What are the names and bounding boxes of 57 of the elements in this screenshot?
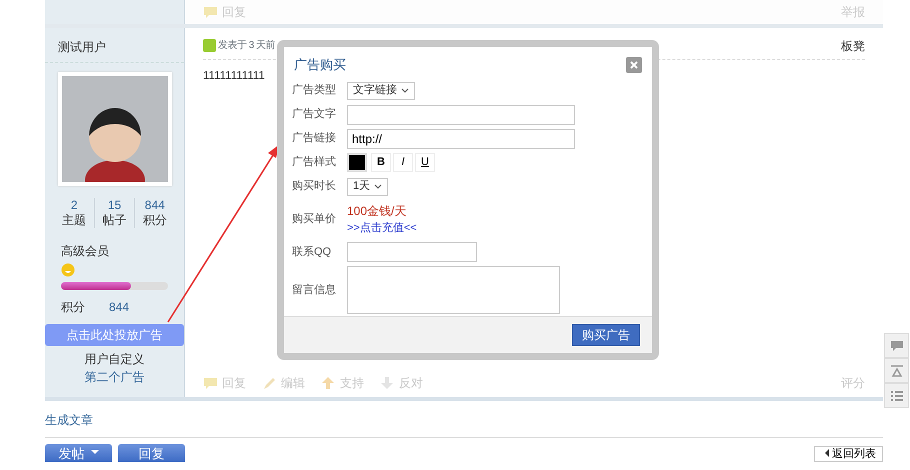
post-time: 发表于 3 天前	[218, 38, 276, 53]
comment-icon[interactable]	[884, 333, 909, 358]
input-field[interactable]: http://	[347, 128, 575, 148]
pencil-icon	[262, 376, 277, 390]
user-icon	[203, 39, 216, 52]
generate-article-link[interactable]: 生成文章	[45, 413, 93, 427]
message-field[interactable]	[347, 266, 560, 314]
stat-label: 主题	[61, 213, 88, 228]
place-ad-button[interactable]: 点击此处投放广告	[45, 324, 184, 346]
points-value: 844	[109, 299, 130, 316]
field-label: 购买单价	[292, 212, 337, 228]
close-button[interactable]	[626, 56, 642, 73]
field-label: 联系QQ	[292, 244, 332, 260]
input-field[interactable]	[347, 242, 477, 262]
field-label: 留言信息	[292, 282, 337, 298]
field-label: 购买时长	[292, 179, 337, 194]
stat-label: 积分	[142, 213, 168, 228]
chevron-down-icon	[374, 184, 382, 190]
field-label: 广告样式	[292, 154, 337, 170]
color-picker[interactable]	[347, 153, 367, 172]
floor-label: 板凳	[841, 38, 865, 54]
list-icon[interactable]	[884, 383, 909, 408]
select-field[interactable]: 1天	[347, 178, 388, 196]
custom-label: 用户自定义	[84, 351, 144, 368]
field-label: 广告类型	[292, 82, 337, 98]
smiley-icon	[61, 262, 75, 277]
dialog-title: 广告购买	[294, 56, 346, 74]
back-to-list-button[interactable]: 返回列表	[814, 446, 883, 462]
input-field[interactable]	[347, 104, 575, 124]
recharge-link[interactable]: >>点击充值<<	[347, 220, 417, 237]
reply-button[interactable]: 回复	[118, 444, 185, 462]
username[interactable]: 测试用户	[45, 28, 184, 63]
chevron-down-icon	[401, 88, 409, 94]
user-group: 高级会员	[61, 242, 168, 260]
comment-icon	[203, 376, 218, 390]
post-content: 11111111111	[203, 70, 265, 82]
field-label: 广告文字	[292, 106, 337, 122]
back-to-top-icon[interactable]	[884, 358, 909, 383]
points-label: 积分	[61, 299, 85, 316]
avatar[interactable]	[58, 72, 172, 186]
new-post-button[interactable]: 发帖	[45, 444, 112, 462]
up-arrow-icon	[321, 376, 336, 390]
stat-value[interactable]: 844	[135, 198, 174, 213]
comment-icon	[203, 5, 218, 19]
close-icon	[630, 60, 638, 69]
bold-button[interactable]: B	[371, 153, 391, 172]
stat-label: 帖子	[101, 213, 128, 228]
italic-button[interactable]: I	[393, 153, 413, 172]
buy-ad-button[interactable]: 购买广告	[572, 324, 640, 346]
price-text: 100金钱/天	[347, 203, 408, 220]
underline-button[interactable]: U	[415, 153, 435, 172]
ad-link[interactable]: 第二个广告	[84, 368, 144, 386]
field-label: 广告链接	[292, 130, 337, 146]
select-field[interactable]: 文字链接	[347, 82, 415, 100]
down-arrow-icon	[380, 376, 395, 390]
stat-value[interactable]: 15	[94, 198, 134, 213]
stat-value[interactable]: 2	[54, 198, 94, 213]
